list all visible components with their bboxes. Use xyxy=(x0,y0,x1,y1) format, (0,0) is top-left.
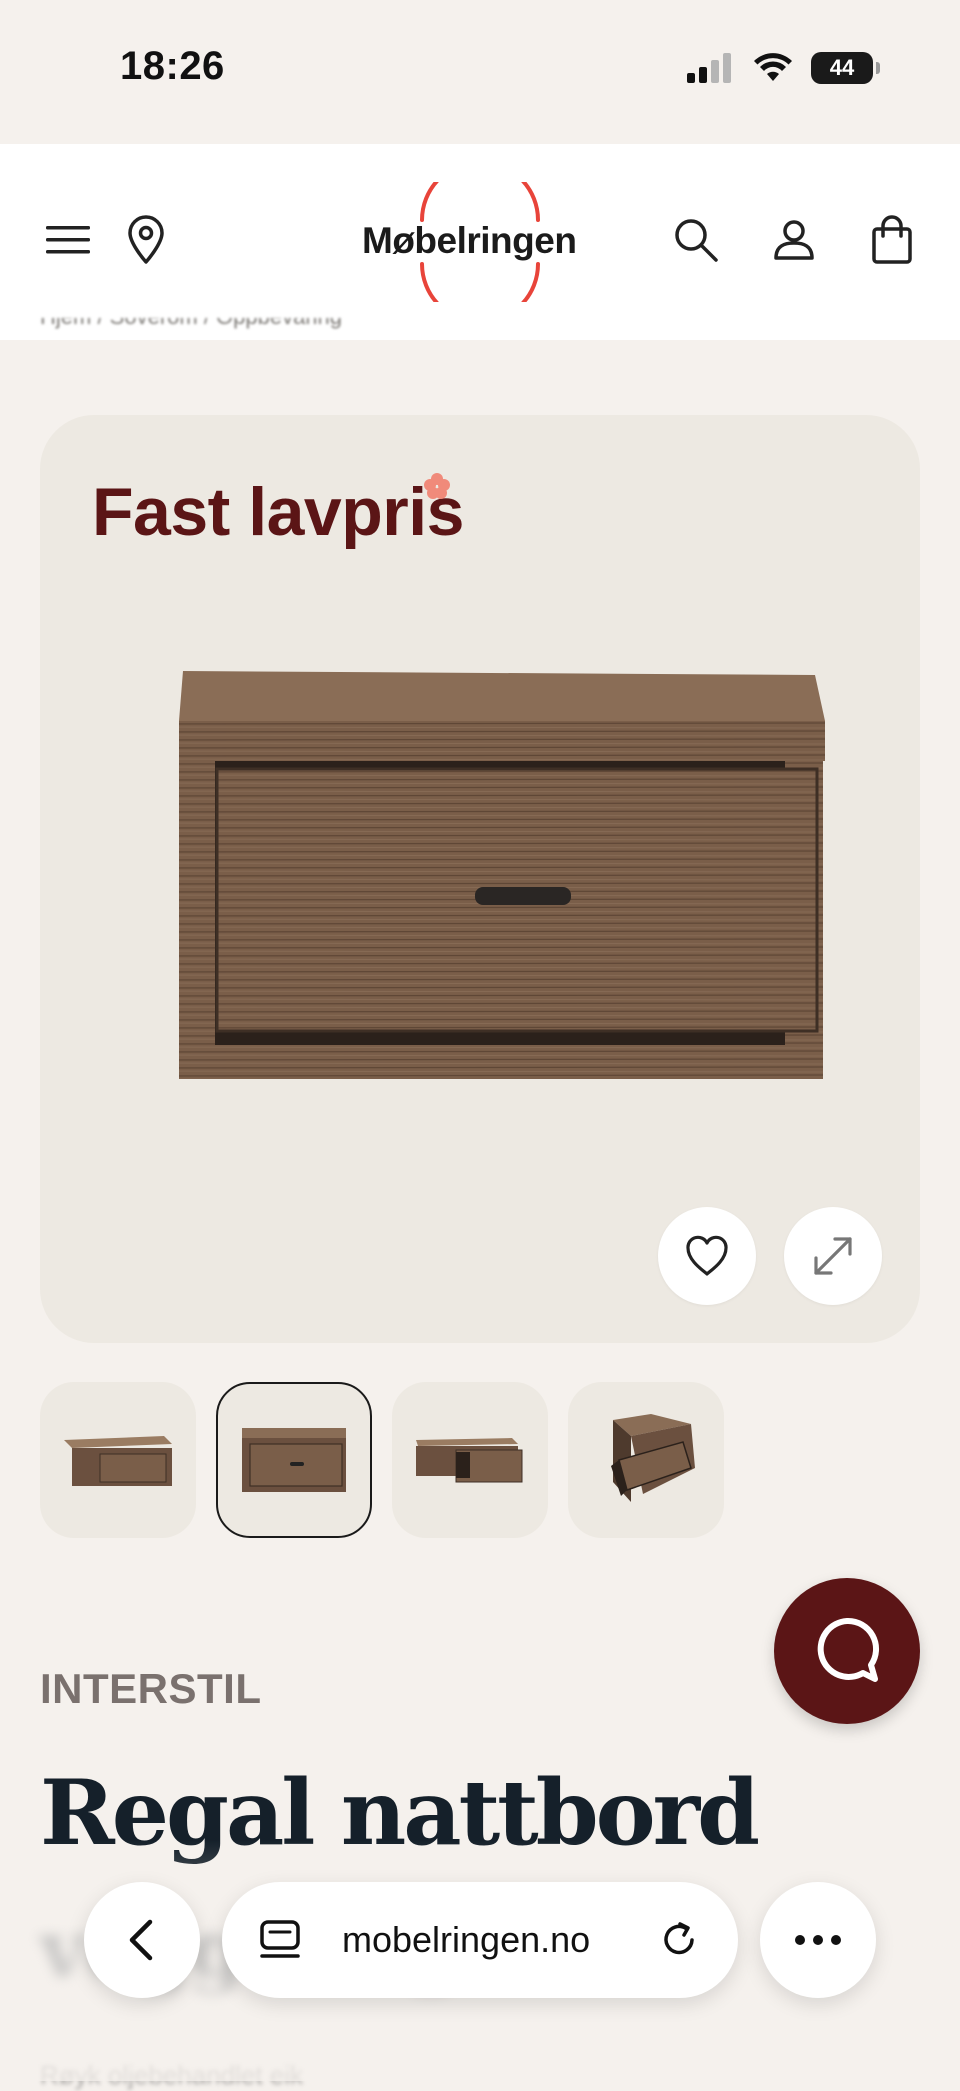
battery-icon: 44 xyxy=(811,52,873,84)
cellular-signal-icon xyxy=(687,53,731,83)
chat-button[interactable] xyxy=(774,1578,920,1724)
tab-icon[interactable] xyxy=(258,1918,302,1962)
heart-icon xyxy=(686,1235,728,1276)
fast-lavpris-badge: Fast lavpris xyxy=(92,474,464,550)
url-text[interactable]: mobelringen.no xyxy=(342,1919,658,1961)
thumbnail-2[interactable] xyxy=(216,1382,372,1538)
product-gallery[interactable]: Fast lavpris xyxy=(40,415,920,1343)
battery-level: 44 xyxy=(829,55,855,80)
thumbnail-3[interactable] xyxy=(392,1382,548,1538)
favorite-button[interactable] xyxy=(658,1207,756,1305)
expand-icon xyxy=(814,1237,852,1275)
breadcrumb-text: Hjem / Soverom / Oppbevaring xyxy=(40,318,342,329)
thumbnail-1[interactable] xyxy=(40,1382,196,1538)
shopping-bag-icon[interactable] xyxy=(866,214,918,266)
thumbnail-image xyxy=(416,1438,523,1483)
status-time: 18:26 xyxy=(120,44,225,88)
location-pin-icon[interactable] xyxy=(120,214,172,266)
product-image-nightstand[interactable] xyxy=(135,665,825,1085)
logo-text: Møbelringen xyxy=(362,220,577,261)
browser-back-button[interactable] xyxy=(84,1882,200,1998)
flower-dot-icon xyxy=(424,473,450,499)
thumbnail-4[interactable] xyxy=(568,1382,724,1538)
thumbnail-image xyxy=(611,1414,695,1502)
thumbnail-image xyxy=(242,1428,346,1492)
search-icon[interactable] xyxy=(670,214,722,266)
thumbnail-strip xyxy=(40,1382,724,1538)
back-chevron-icon xyxy=(129,1919,153,1961)
account-icon[interactable] xyxy=(768,214,820,266)
site-header: Møbelringen xyxy=(0,144,960,340)
address-bar[interactable]: mobelringen.no xyxy=(222,1882,738,1998)
expand-image-button[interactable] xyxy=(784,1207,882,1305)
menu-icon[interactable] xyxy=(42,214,94,266)
chat-bubble-icon xyxy=(817,1617,880,1682)
reload-icon[interactable] xyxy=(658,1918,702,1962)
browser-more-button[interactable] xyxy=(760,1882,876,1998)
site-logo[interactable]: Møbelringen xyxy=(350,182,610,302)
battery-cap xyxy=(876,62,880,74)
thumbnail-image xyxy=(64,1436,172,1486)
more-icon xyxy=(795,1935,841,1945)
product-brand[interactable]: INTERSTIL xyxy=(40,1665,262,1713)
status-icons: 44 xyxy=(687,52,880,84)
breadcrumb[interactable]: Hjem / Soverom / Oppbevaring xyxy=(40,318,440,344)
wifi-icon xyxy=(754,53,792,81)
